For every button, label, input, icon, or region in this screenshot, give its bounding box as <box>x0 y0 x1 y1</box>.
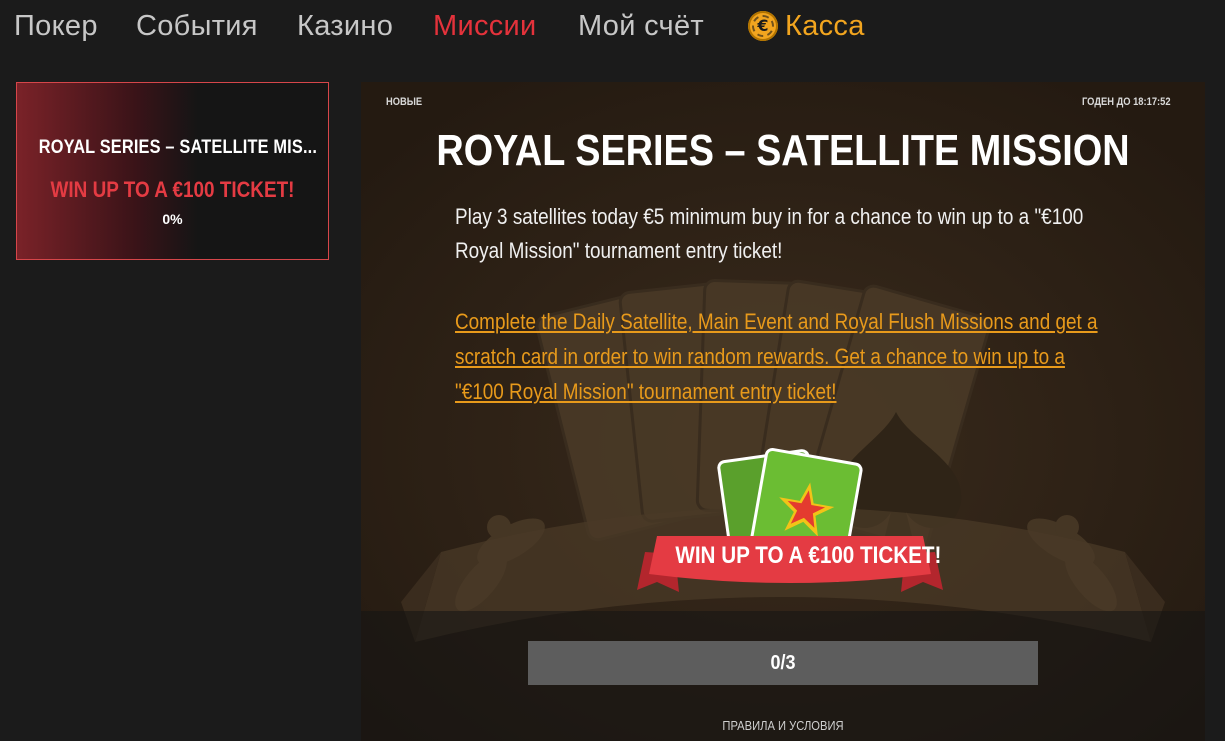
nav-missions[interactable]: Миссии <box>433 6 537 46</box>
nav-my-account[interactable]: Мой счёт <box>578 6 704 46</box>
top-nav: Покер События Казино Миссии Мой счёт Кас… <box>0 0 1225 56</box>
nav-poker[interactable]: Покер <box>14 6 98 46</box>
mission-detail-panel: НОВЫЕ ГОДЕН ДО 18:17:52 ROYAL SERIES – S… <box>361 82 1205 741</box>
mission-status-label: НОВЫЕ <box>386 96 423 108</box>
mission-card[interactable]: ROYAL SERIES – SATELLITE MIS... WIN UP T… <box>16 82 329 260</box>
mission-card-title: ROYAL SERIES – SATELLITE MIS... <box>38 137 318 158</box>
mission-description: Play 3 satellites today €5 minimum buy i… <box>455 204 1084 263</box>
mission-card-reward: WIN UP TO A €100 TICKET! <box>50 177 295 202</box>
mission-title: ROYAL SERIES – SATELLITE MISSION <box>436 126 1130 175</box>
mission-card-progress: 0% <box>162 211 183 227</box>
mission-progress-bar: 0/3 <box>528 641 1038 685</box>
nav-casino[interactable]: Казино <box>297 6 393 46</box>
mission-details-link[interactable]: Complete the Daily Satellite, Main Event… <box>455 304 1109 409</box>
nav-cashier[interactable]: Касса <box>785 6 865 46</box>
mission-progress-text: 0/3 <box>770 652 796 674</box>
ticket-star-icon <box>637 447 943 592</box>
reward-banner-text: WIN UP TO A €100 TICKET! <box>675 542 942 569</box>
terms-link[interactable]: ПРАВИЛА И УСЛОВИЯ <box>420 718 1146 733</box>
mission-valid-until: ГОДЕН ДО 18:17:52 <box>1082 96 1171 108</box>
nav-events[interactable]: События <box>136 6 258 46</box>
coin-icon[interactable] <box>748 11 778 41</box>
